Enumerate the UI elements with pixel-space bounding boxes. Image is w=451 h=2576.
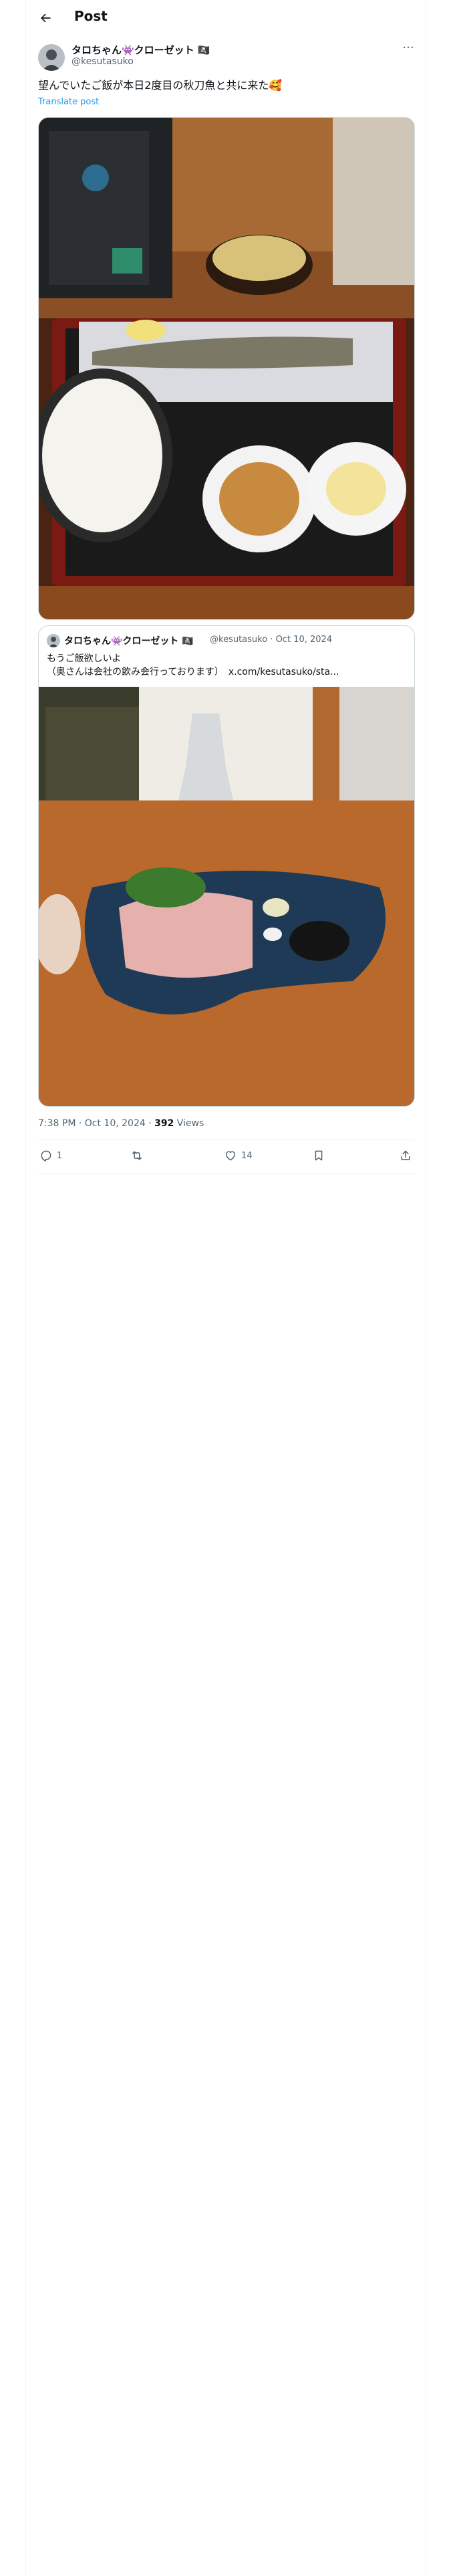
author-name[interactable]: タロちゃん👾クローゼット 🏴‍☠️	[71, 43, 210, 57]
author-handle[interactable]: @kesutasuko	[71, 56, 134, 67]
quote-meta: @kesutasuko · Oct 10, 2024	[210, 635, 333, 645]
page-header: Post	[26, 0, 427, 35]
post-text: 望んでいたご飯が本日2度目の秋刀魚と共に来た🥰	[38, 79, 283, 92]
reply-icon	[41, 1150, 51, 1162]
share-icon	[401, 1150, 410, 1160]
reply-count: 1	[57, 1150, 63, 1161]
page-title: Post	[74, 8, 108, 24]
more-button[interactable]: ···	[400, 41, 416, 56]
bookmark-button[interactable]	[312, 1148, 325, 1164]
views-label: Views	[174, 1118, 204, 1129]
views-count: 392	[154, 1118, 174, 1129]
post-timestamp: 7:38 PM · Oct 10, 2024 · 392 Views	[38, 1118, 204, 1129]
reply-button[interactable]: 1	[39, 1148, 62, 1164]
timestamp-text[interactable]: 7:38 PM · Oct 10, 2024 ·	[38, 1118, 154, 1129]
quote-photo[interactable]	[39, 687, 414, 1106]
post-photo[interactable]	[38, 117, 415, 620]
more-icon: ···	[402, 41, 414, 55]
share-button[interactable]	[399, 1148, 412, 1164]
quote-text-line2: （奥さんは会社の飲み会行っております） x.com/kesutasuko/sta…	[47, 667, 339, 677]
avatar[interactable]	[38, 44, 65, 71]
like-icon	[226, 1151, 235, 1161]
back-button[interactable]	[34, 7, 57, 29]
like-button[interactable]: 14	[224, 1148, 253, 1164]
divider	[38, 1173, 415, 1174]
repost-button[interactable]	[130, 1148, 148, 1164]
action-bar: 1 14	[38, 1140, 415, 1173]
quoted-post[interactable]: タロちゃん👾クローゼット 🏴‍☠️ @kesutasuko · Oct 10, …	[38, 625, 415, 1107]
main-column: Post タロちゃん👾クローゼット 🏴‍☠️ @kesutasuko ··· 望…	[25, 0, 426, 2576]
like-count: 14	[241, 1150, 253, 1161]
bookmark-icon	[315, 1150, 323, 1161]
translate-link[interactable]: Translate post	[38, 97, 99, 107]
quote-author-name: タロちゃん👾クローゼット 🏴‍☠️	[64, 636, 194, 647]
back-arrow-icon	[41, 13, 51, 23]
quote-avatar	[47, 634, 60, 647]
quote-text-line1: もうご飯欲しいよ	[47, 653, 122, 664]
repost-icon	[132, 1151, 142, 1160]
